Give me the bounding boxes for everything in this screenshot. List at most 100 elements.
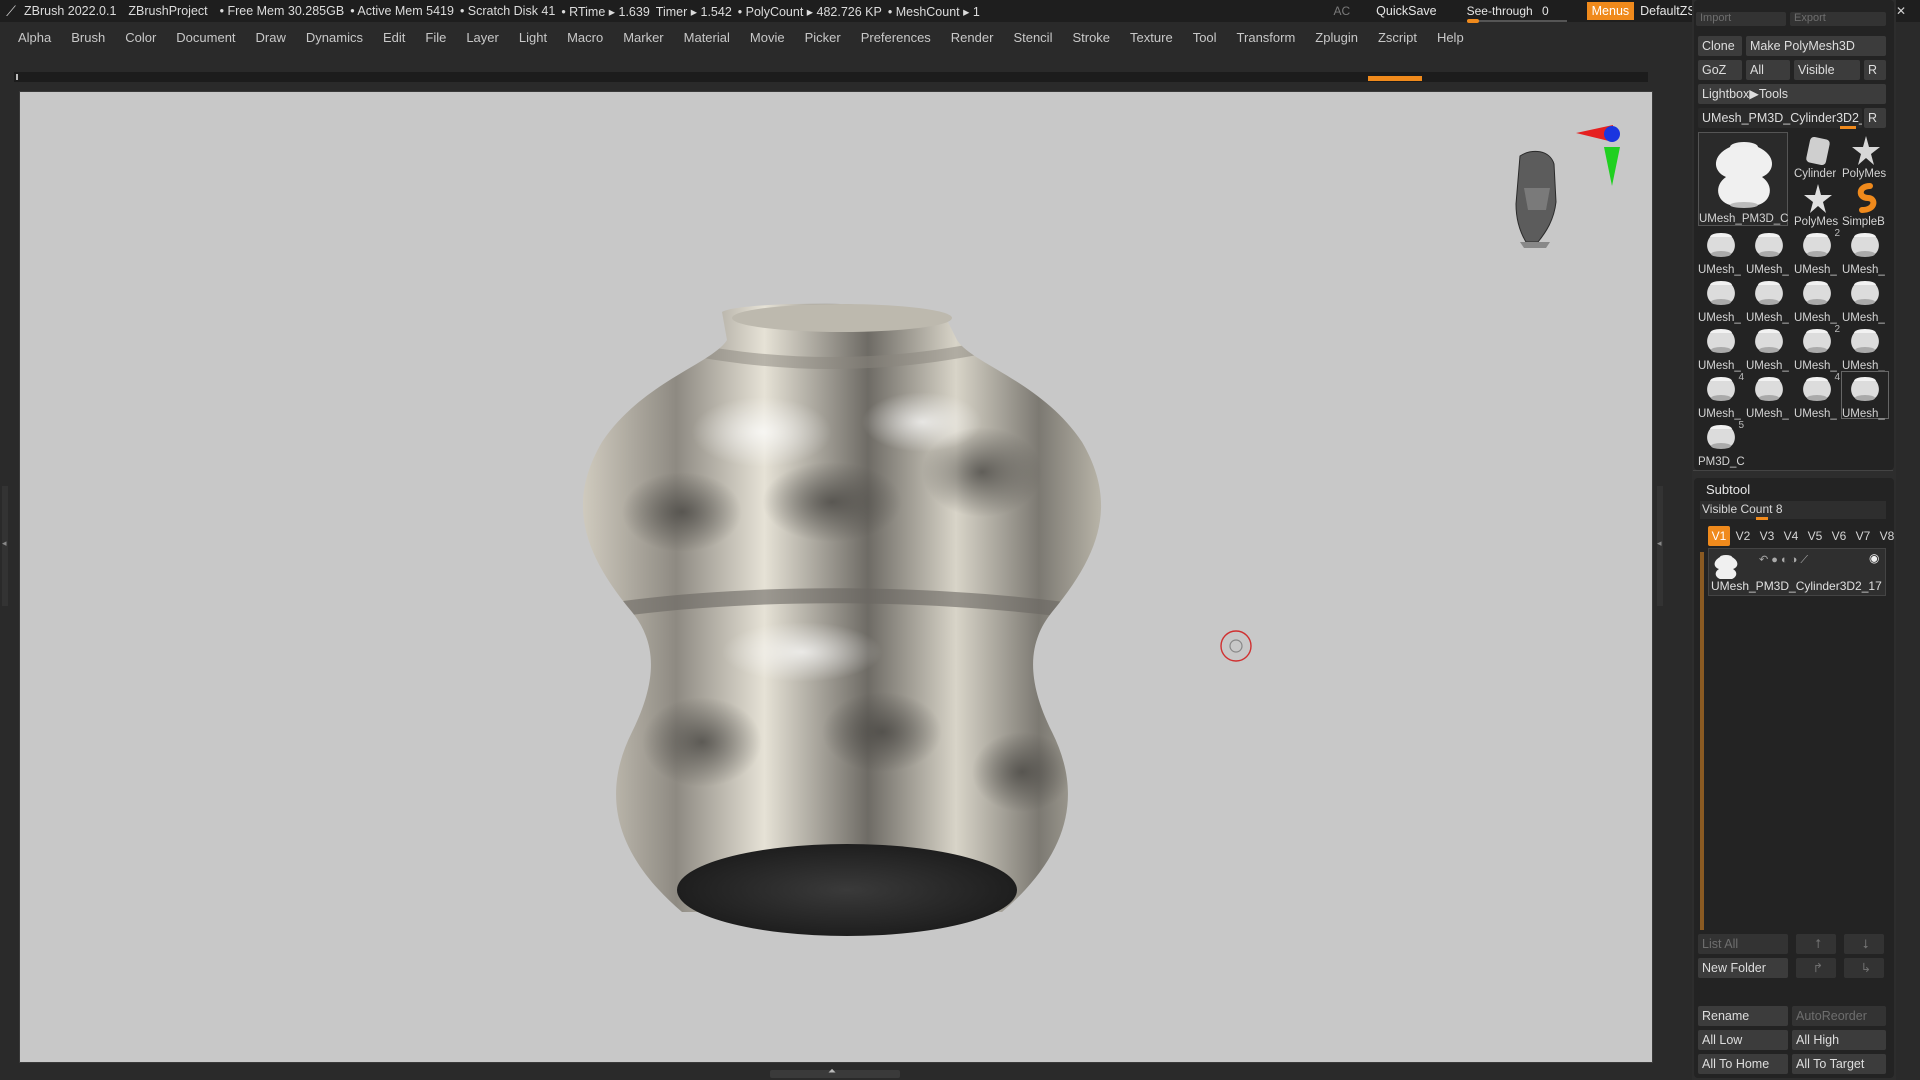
tool-r-button[interactable]: R [1864,108,1886,128]
thumb-simplebrush[interactable]: SimpleB [1842,180,1888,228]
subtool-item[interactable]: ↶ ● ◐ ◑ ⟋ ◉ UMesh_PM3D_Cylinder3D2_17 [1708,548,1886,596]
rename-button[interactable]: Rename [1698,1006,1788,1026]
tab-v8[interactable]: V8 [1876,526,1898,546]
current-tool-thumbnail[interactable]: UMesh_PM3D_C [1698,132,1788,226]
menu-edit[interactable]: Edit [383,30,405,45]
goz-r-button[interactable]: R [1864,60,1886,80]
all-to-home-button[interactable]: All To Home [1698,1054,1788,1074]
thumb-umesh[interactable]: UMesh_ 4 [1698,372,1744,420]
menu-render[interactable]: Render [951,30,994,45]
autoreorder-button[interactable]: AutoReorder [1792,1006,1886,1026]
import-button[interactable]: Import [1696,12,1786,26]
menu-light[interactable]: Light [519,30,547,45]
visible-count-handle[interactable] [1756,517,1768,520]
clone-button[interactable]: Clone [1698,36,1742,56]
menu-stencil[interactable]: Stencil [1013,30,1052,45]
make-polymesh-button[interactable]: Make PolyMesh3D [1746,36,1886,56]
left-tray-grip[interactable]: ◂ [2,486,8,606]
thumb-umesh[interactable]: UMesh_ [1746,372,1792,420]
thumb-umesh[interactable]: UMesh_ [1698,324,1744,372]
export-button[interactable]: Export [1790,12,1886,26]
folder-out-icon[interactable]: ↳ [1844,958,1884,978]
thumb-umesh[interactable]: UMesh_ 2 [1794,228,1840,276]
menus-toggle[interactable]: Menus [1586,2,1635,20]
see-through-slider[interactable]: See-through 0 [1466,4,1567,23]
subtool-eye-icon[interactable]: ◉ [1869,551,1879,565]
menu-tool[interactable]: Tool [1193,30,1217,45]
current-tool-name[interactable]: UMesh_PM3D_Cylinder3D2_1 [1698,108,1862,128]
tab-v2[interactable]: V2 [1732,526,1754,546]
menu-preferences[interactable]: Preferences [861,30,931,45]
menu-marker[interactable]: Marker [623,30,663,45]
tab-v5[interactable]: V5 [1804,526,1826,546]
thumb-polymesh-2[interactable]: PolyMes [1794,180,1840,228]
subtool-scrollbar[interactable] [1700,552,1704,930]
lightbox-tools-button[interactable]: Lightbox▶Tools [1698,84,1886,104]
thumb-cylinder[interactable]: Cylinder [1794,132,1840,180]
thumb-polymesh-1[interactable]: PolyMes [1842,132,1888,180]
menu-dynamics[interactable]: Dynamics [306,30,363,45]
menu-alpha[interactable]: Alpha [18,30,51,45]
menu-layer[interactable]: Layer [466,30,499,45]
menu-movie[interactable]: Movie [750,30,785,45]
see-through-handle[interactable] [1466,19,1479,23]
tool-slider-handle[interactable] [1840,126,1856,129]
menu-color[interactable]: Color [125,30,156,45]
menu-texture[interactable]: Texture [1130,30,1173,45]
thumb-umesh[interactable]: UMesh_ [1746,228,1792,276]
thumb-umesh[interactable]: UMesh_ 4 [1794,372,1840,420]
right-tray-grip[interactable]: ◂ [1657,486,1663,606]
menu-document[interactable]: Document [176,30,235,45]
ac-indicator[interactable]: AC [1334,4,1351,18]
thumb-umesh[interactable]: UMesh_ [1842,228,1888,276]
close-icon[interactable]: ✕ [1896,4,1906,18]
thumb-umesh[interactable]: UMesh_ [1698,228,1744,276]
menu-file[interactable]: File [425,30,446,45]
canvas-viewport[interactable] [19,91,1653,1063]
menu-brush[interactable]: Brush [71,30,105,45]
all-low-button[interactable]: All Low [1698,1030,1788,1050]
move-up-icon[interactable]: ⭡ [1796,934,1836,954]
goz-visible-button[interactable]: Visible [1794,60,1860,80]
goz-button[interactable]: GoZ [1698,60,1742,80]
tab-v3[interactable]: V3 [1756,526,1778,546]
new-folder-button[interactable]: New Folder [1698,958,1788,978]
vase-model[interactable] [582,303,1102,936]
tab-v6[interactable]: V6 [1828,526,1850,546]
thumb-umesh[interactable]: UMesh_ [1746,324,1792,372]
menu-stroke[interactable]: Stroke [1072,30,1110,45]
menu-picker[interactable]: Picker [805,30,841,45]
menu-help[interactable]: Help [1437,30,1464,45]
move-down-icon[interactable]: ⭣ [1844,934,1884,954]
thumb-umesh[interactable]: UMesh_ 2 [1794,324,1840,372]
menu-material[interactable]: Material [684,30,730,45]
thumb-umesh[interactable]: UMesh_ [1842,324,1888,372]
tab-v1[interactable]: V1 [1708,526,1730,546]
thumb-umesh[interactable]: UMesh_ [1698,276,1744,324]
goz-all-button[interactable]: All [1746,60,1790,80]
subtool-title[interactable]: Subtool [1706,482,1750,497]
shelf-marker[interactable] [1368,76,1422,81]
axis-gizmo[interactable] [1576,125,1620,186]
menu-zscript[interactable]: Zscript [1378,30,1417,45]
list-all-button[interactable]: List All [1698,934,1788,954]
quicksave-button[interactable]: QuickSave [1376,4,1436,18]
menu-transform[interactable]: Transform [1237,30,1296,45]
thumb-umesh[interactable]: UMesh_ [1841,371,1889,420]
thumb-umesh[interactable]: PM3D_C 5 [1698,420,1745,468]
thumb-umesh[interactable]: UMesh_ [1842,276,1888,324]
thumb-umesh[interactable]: UMesh_ [1794,276,1840,324]
menu-zplugin[interactable]: Zplugin [1315,30,1358,45]
tab-v7[interactable]: V7 [1852,526,1874,546]
navigation-head-icon[interactable] [1515,150,1557,248]
menu-draw[interactable]: Draw [256,30,286,45]
menu-macro[interactable]: Macro [567,30,603,45]
all-to-target-button[interactable]: All To Target [1792,1054,1886,1074]
folder-in-icon[interactable]: ↱ [1796,958,1836,978]
visible-count-slider[interactable]: Visible Count 8 [1700,501,1886,520]
thumb-umesh[interactable]: UMesh_ [1746,276,1792,324]
bottom-tray-handle[interactable]: ⏶ [770,1066,900,1078]
tab-v4[interactable]: V4 [1780,526,1802,546]
subtool-item-icons[interactable]: ↶ ● ◐ ◑ ⟋ [1759,553,1808,567]
all-high-button[interactable]: All High [1792,1030,1886,1050]
